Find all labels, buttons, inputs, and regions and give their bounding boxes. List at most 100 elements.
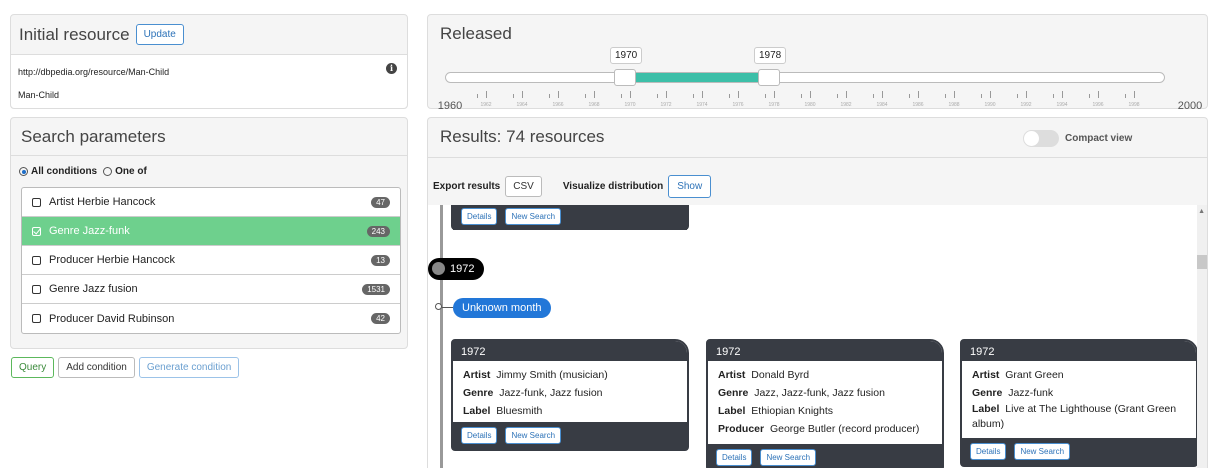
condition-item[interactable]: Artist Herbie Hancock 47: [22, 188, 400, 217]
slider-minor-tick: [873, 94, 874, 98]
slider-tick-label: 1982: [840, 102, 852, 108]
month-connector: [442, 307, 453, 308]
slider-tick-label: 1988: [948, 102, 960, 108]
month-dot-icon: [435, 303, 442, 310]
slider-minor-tick: [1125, 94, 1126, 98]
field-value: Bluesmith: [496, 405, 543, 417]
slider-minor-tick: [1089, 94, 1090, 98]
new-search-button[interactable]: New Search: [505, 427, 562, 444]
slider-tick: [738, 91, 739, 98]
visualize-label: Visualize distribution: [562, 181, 664, 192]
field-key: Artist: [463, 369, 491, 381]
month-marker[interactable]: Unknown month: [453, 298, 551, 318]
slider-minor-tick: [585, 94, 586, 98]
slider-minor-tick: [657, 94, 658, 98]
details-button[interactable]: Details: [461, 208, 498, 225]
condition-item[interactable]: Genre Jazz fusion 1531: [22, 275, 400, 304]
condition-item[interactable]: Genre Jazz-funk 243: [22, 217, 400, 246]
slider-minor-tick: [801, 94, 802, 98]
all-conditions-label[interactable]: All conditions: [31, 166, 97, 177]
field-key: Producer: [718, 423, 765, 435]
slider-max-label: 2000: [1177, 100, 1203, 112]
result-card-partial: Details New Search: [451, 205, 689, 230]
result-card: 1972 Artist Grant Green Genre Jazz-funk …: [960, 339, 1198, 467]
slider-tick-label: 1966: [552, 102, 564, 108]
timeline-axis: [440, 205, 443, 468]
slider-tick-label: 1962: [480, 102, 492, 108]
one-of-radio[interactable]: [103, 167, 113, 176]
search-parameters-title: Search parameters: [21, 127, 166, 146]
scroll-up-icon[interactable]: ▲: [1198, 208, 1205, 215]
slider-tick-label: 1986: [912, 102, 924, 108]
condition-label: Artist Herbie Hancock: [49, 196, 156, 208]
update-button[interactable]: Update: [135, 24, 184, 45]
result-card: 1972 Artist Donald Byrd Genre Jazz, Jazz…: [706, 339, 944, 468]
slider-tick: [594, 91, 595, 98]
results-timeline: Details New Search 1972 Unknown month 19…: [428, 205, 1207, 468]
info-icon[interactable]: i: [386, 63, 397, 74]
checkbox-icon[interactable]: [32, 314, 41, 323]
generate-condition-button[interactable]: Generate condition: [138, 357, 240, 378]
slider-tick-label: 1990: [984, 102, 996, 108]
condition-item[interactable]: Producer David Rubinson 42: [22, 304, 400, 333]
slider-tick-label: 1972: [660, 102, 672, 108]
year-marker[interactable]: 1972: [428, 258, 485, 280]
slider-tick: [666, 91, 667, 98]
query-button[interactable]: Query: [11, 357, 55, 378]
field-value: Donald Byrd: [751, 369, 810, 381]
slider-tick: [630, 91, 631, 98]
field-key: Artist: [718, 369, 746, 381]
one-of-label[interactable]: One of: [115, 166, 147, 177]
field-key: Label: [718, 405, 746, 417]
show-distribution-button[interactable]: Show: [668, 175, 712, 198]
new-search-button[interactable]: New Search: [760, 449, 817, 466]
field-value: Live at The Lighthouse (Grant Green albu…: [972, 403, 1177, 430]
details-button[interactable]: Details: [716, 449, 753, 466]
compact-view-label: Compact view: [1065, 133, 1133, 144]
all-conditions-radio[interactable]: [19, 167, 28, 176]
released-panel: Released 1970 1978 1962 1964 1966 1968 1970 1…: [427, 14, 1208, 112]
results-panel: Results: 74 resources Compact view Expor…: [427, 117, 1208, 468]
details-button[interactable]: Details: [970, 443, 1007, 460]
slider-tick-label: 1984: [876, 102, 888, 108]
card-year: 1972: [962, 341, 1196, 361]
card-footer: Details New Search: [962, 438, 1196, 465]
checkbox-checked-icon[interactable]: [32, 226, 41, 236]
resource-uri[interactable]: http://dbpedia.org/resource/Man-Child: [18, 67, 169, 77]
results-scrollbar[interactable]: ▲: [1197, 205, 1207, 468]
details-button[interactable]: Details: [461, 427, 498, 444]
field-value: Ethiopian Knights: [751, 405, 834, 417]
slider-low-handle[interactable]: [614, 69, 636, 86]
count-badge: 47: [371, 196, 390, 208]
slider-minor-tick: [1017, 94, 1018, 98]
checkbox-icon[interactable]: [32, 284, 41, 294]
slider-tick-label: 1992: [1020, 102, 1032, 108]
results-title: Results: 74 resources: [440, 127, 605, 146]
slider-high-handle[interactable]: [758, 69, 780, 86]
field-value: Grant Green: [1005, 369, 1064, 381]
compact-view-toggle[interactable]: [1023, 130, 1059, 147]
csv-button[interactable]: CSV: [505, 176, 542, 197]
new-search-button[interactable]: New Search: [505, 208, 562, 225]
year-range-slider[interactable]: [445, 72, 1165, 83]
scroll-thumb[interactable]: [1197, 255, 1207, 269]
checkbox-icon[interactable]: [32, 197, 41, 207]
condition-label: Genre Jazz-funk: [49, 225, 130, 237]
slider-minor-tick: [729, 94, 730, 98]
initial-resource-title: Initial resource: [19, 24, 130, 44]
field-value: Jazz-funk, Jazz fusion: [499, 387, 603, 399]
new-search-button[interactable]: New Search: [1014, 443, 1071, 460]
count-badge: 243: [366, 225, 390, 237]
slider-tick: [882, 91, 883, 98]
condition-label: Producer David Rubinson: [49, 312, 175, 325]
card-footer: Details New Search: [453, 205, 687, 230]
slider-tick: [1062, 91, 1063, 98]
checkbox-icon[interactable]: [32, 255, 41, 265]
slider-minor-tick: [477, 94, 478, 98]
result-card: 1972 Artist Jimmy Smith (musician) Genre…: [451, 339, 689, 451]
condition-item[interactable]: Producer Herbie Hancock 13: [22, 246, 400, 275]
add-condition-button[interactable]: Add condition: [58, 357, 135, 378]
slider-minor-tick: [945, 94, 946, 98]
slider-tick-label: 1964: [516, 102, 528, 108]
slider-minor-tick: [981, 94, 982, 98]
